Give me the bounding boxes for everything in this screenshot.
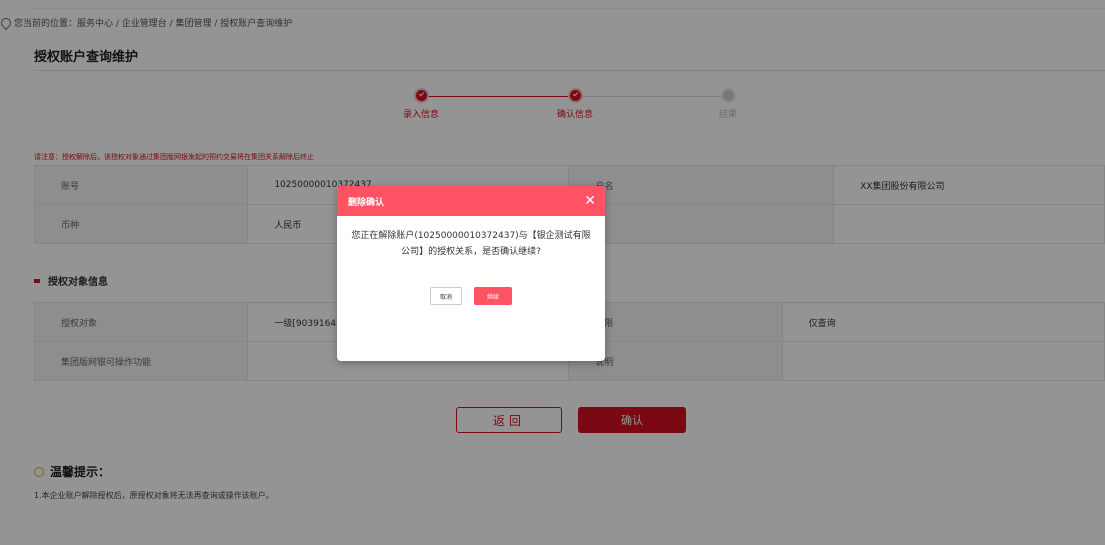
cancel-button[interactable]: 取消 [430, 287, 462, 305]
close-icon[interactable]: ✕ [584, 194, 596, 208]
dialog-header: 删除确认 ✕ [337, 186, 605, 216]
dialog-title: 删除确认 [348, 197, 385, 208]
delete-confirm-dialog: 删除确认 ✕ 您正在解除账户(10250000010372437)与【银企测试有… [337, 186, 605, 361]
dialog-message: 您正在解除账户(10250000010372437)与【银企测试有限公司】的授权… [351, 231, 591, 257]
continue-button[interactable]: 继续 [474, 287, 512, 305]
dialog-buttons: 取消 继续 [337, 287, 605, 305]
